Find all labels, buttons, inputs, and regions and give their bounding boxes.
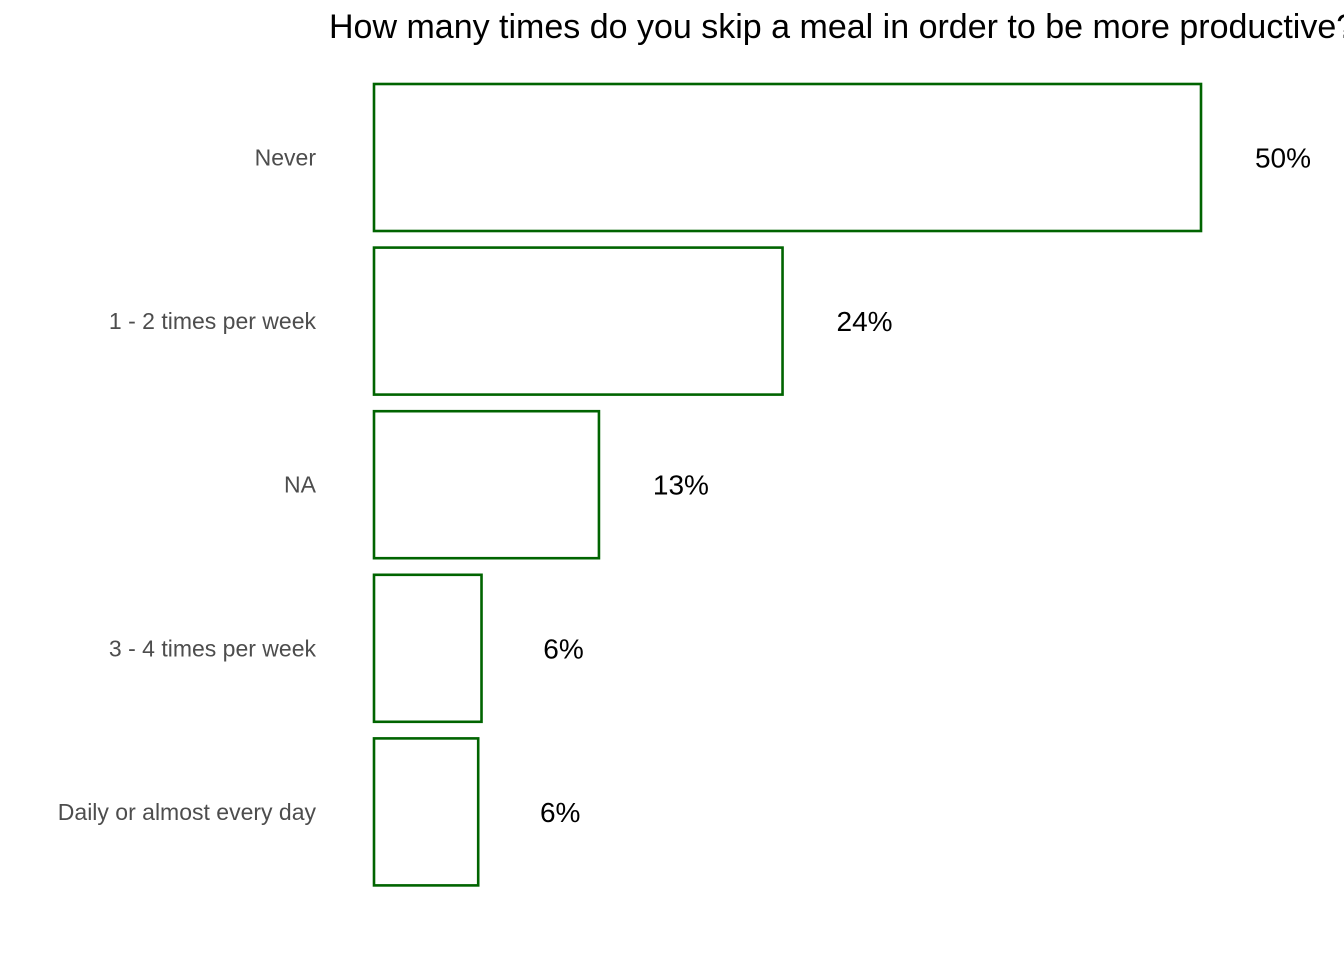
value-label: 50%	[1255, 143, 1311, 174]
category-label: Never	[255, 145, 317, 171]
value-label: 6%	[540, 797, 580, 828]
bar	[372, 409, 601, 560]
category-label: 1 - 2 times per week	[109, 308, 317, 334]
bar	[372, 737, 480, 887]
value-label: 6%	[543, 633, 583, 664]
bars-group	[372, 82, 1203, 887]
value-labels-group: 50% 24% 13% 6% 6%	[540, 143, 1311, 828]
bar	[372, 573, 483, 724]
bar	[372, 82, 1203, 233]
bar	[372, 246, 784, 396]
bar-chart: How many times do you skip a meal in ord…	[58, 8, 1344, 887]
category-label: 3 - 4 times per week	[109, 635, 317, 661]
value-label: 24%	[837, 306, 893, 337]
category-label: Daily or almost every day	[58, 799, 317, 825]
category-label: NA	[284, 472, 317, 498]
chart-title: How many times do you skip a meal in ord…	[329, 8, 1344, 46]
category-labels-group: Never 1 - 2 times per week NA 3 - 4 times p…	[58, 145, 317, 825]
value-label: 13%	[653, 470, 709, 501]
